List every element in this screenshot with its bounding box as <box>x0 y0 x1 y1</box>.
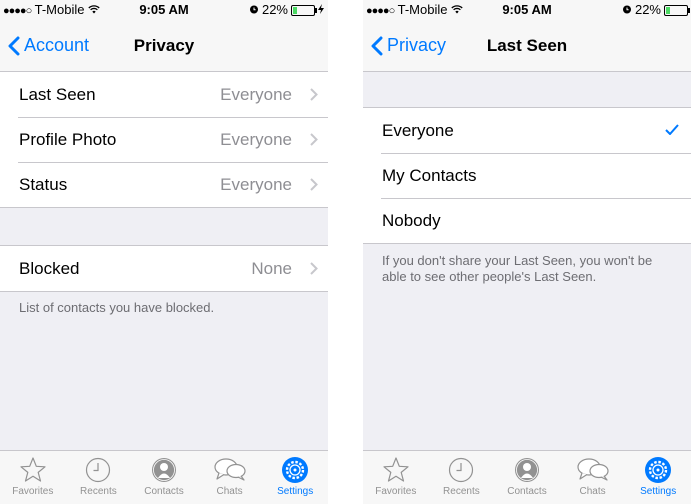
tab-label: Contacts <box>144 486 184 497</box>
tab-recents[interactable]: Recents <box>429 451 495 504</box>
tab-chats[interactable]: Chats <box>560 451 626 504</box>
star-icon <box>383 457 409 482</box>
last-seen-footer-text: If you don't share your Last Seen, you w… <box>382 253 653 284</box>
option-label: Everyone <box>382 121 454 140</box>
option-nobody[interactable]: Nobody <box>363 198 691 243</box>
row-label: Last Seen <box>19 85 96 104</box>
chevron-right-icon <box>310 178 318 191</box>
last-seen-screen: ●●●●○ T-Mobile 9:05 AM 22% Privacy Last … <box>363 0 691 504</box>
row-label: Blocked <box>19 259 80 278</box>
blocked-footer-text: List of contacts you have blocked. <box>19 300 215 315</box>
gear-icon <box>645 457 672 483</box>
row-value: Everyone <box>220 85 292 104</box>
checkmark-icon <box>665 124 679 135</box>
tab-recents[interactable]: Recents <box>66 451 132 504</box>
tab-contacts[interactable]: Contacts <box>494 451 560 504</box>
tab-label: Favorites <box>375 486 417 497</box>
battery-icon <box>291 4 317 16</box>
person-icon <box>514 458 539 482</box>
tab-favorites[interactable]: Favorites <box>0 451 66 504</box>
status-bar: ●●●●○ T-Mobile 9:05 AM 22% <box>363 0 691 20</box>
tab-label: Favorites <box>12 486 54 497</box>
battery-percent: 22% <box>634 2 661 17</box>
charging-icon <box>318 0 324 20</box>
tab-bar: Favorites Recents Contacts Chats Setting… <box>363 450 691 504</box>
tab-label: Chats <box>579 486 606 497</box>
tab-label: Settings <box>640 486 677 497</box>
option-label: My Contacts <box>382 166 477 185</box>
chevron-right-icon <box>310 133 318 146</box>
navigation-bar: Account Privacy <box>0 20 328 72</box>
row-label: Status <box>19 175 68 194</box>
row-last-seen[interactable]: Last Seen Everyone <box>0 72 328 117</box>
row-value: Everyone <box>220 175 292 194</box>
row-value: None <box>251 259 292 278</box>
tab-settings[interactable]: Settings <box>262 451 328 504</box>
tab-contacts[interactable]: Contacts <box>131 451 197 504</box>
navigation-bar: Privacy Last Seen <box>363 20 691 72</box>
chevron-right-icon <box>310 262 318 275</box>
tab-label: Chats <box>216 486 243 497</box>
back-button-account[interactable]: Account <box>8 20 89 71</box>
tab-label: Recents <box>80 486 117 497</box>
tab-label: Recents <box>443 486 480 497</box>
last-seen-options-group: Everyone My Contacts Nobody <box>363 107 691 244</box>
row-blocked[interactable]: Blocked None <box>0 246 328 291</box>
tab-favorites[interactable]: Favorites <box>363 451 429 504</box>
chevron-left-icon <box>8 36 20 55</box>
battery-percent: 22% <box>261 2 288 17</box>
option-everyone[interactable]: Everyone <box>363 108 691 153</box>
chevron-right-icon <box>310 88 318 101</box>
privacy-settings-group: Last Seen Everyone Profile Photo Everyon… <box>0 71 328 208</box>
tab-label: Settings <box>277 486 314 497</box>
alarm-icon <box>622 0 632 20</box>
row-label: Profile Photo <box>19 130 117 149</box>
star-icon <box>20 457 46 482</box>
battery-icon <box>664 4 690 16</box>
tab-bar: Favorites Recents Contacts Chats Setting… <box>0 450 328 504</box>
chat-bubbles-icon <box>576 458 609 481</box>
option-my-contacts[interactable]: My Contacts <box>363 153 691 198</box>
gear-icon <box>282 457 309 483</box>
status-bar: ●●●●○ T-Mobile 9:05 AM 22% <box>0 0 328 20</box>
chat-bubbles-icon <box>213 458 246 481</box>
tab-chats[interactable]: Chats <box>197 451 263 504</box>
chevron-left-icon <box>371 36 383 55</box>
row-profile-photo[interactable]: Profile Photo Everyone <box>0 117 328 162</box>
back-button-privacy[interactable]: Privacy <box>371 20 446 71</box>
blocked-group: Blocked None <box>0 245 328 292</box>
clock-icon <box>449 457 474 483</box>
clock-icon <box>86 457 111 483</box>
row-status[interactable]: Status Everyone <box>0 162 328 207</box>
tab-label: Contacts <box>507 486 547 497</box>
person-icon <box>151 458 176 482</box>
back-button-label: Account <box>24 35 90 55</box>
option-label: Nobody <box>382 211 441 230</box>
alarm-icon <box>249 0 259 20</box>
back-button-label: Privacy <box>387 35 447 55</box>
privacy-screen: ●●●●○ T-Mobile 9:05 AM 22% Account Priva… <box>0 0 328 504</box>
tab-settings[interactable]: Settings <box>625 451 691 504</box>
row-value: Everyone <box>220 130 292 149</box>
